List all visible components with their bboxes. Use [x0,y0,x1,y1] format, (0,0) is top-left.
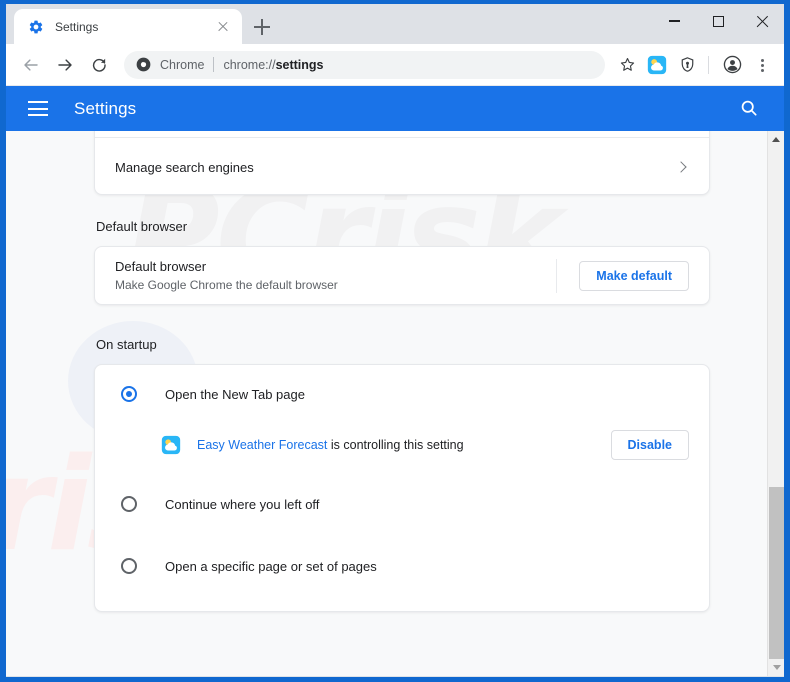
default-browser-secondary-label: Make Google Chrome the default browser [115,277,556,294]
settings-header: Settings [6,86,784,131]
tab-title: Settings [55,20,214,34]
extension-control-notice-text: Easy Weather Forecast is controlling thi… [197,438,611,452]
profile-button[interactable] [718,51,746,79]
search-engine-row-clipped[interactable] [95,131,709,138]
forward-button[interactable] [50,50,80,80]
scroll-area: Manage search engines Default browser De… [6,131,766,676]
make-default-button[interactable]: Make default [579,261,689,291]
extension-link[interactable]: Easy Weather Forecast [197,438,327,452]
browser-toolbar: Chrome chrome://settings [6,44,784,86]
chevron-right-icon [675,161,686,172]
maximize-icon [713,16,724,27]
easy-weather-forecast-extension-button[interactable] [643,51,671,79]
default-browser-row: Default browser Make Google Chrome the d… [95,247,709,304]
startup-option-specific-page-label: Open a specific page or set of pages [165,559,377,574]
browser-menu-button[interactable] [748,51,776,79]
shield-extension-button[interactable] [673,51,701,79]
startup-option-specific-page[interactable]: Open a specific page or set of pages [95,535,709,597]
search-icon [738,97,760,119]
startup-option-continue-label: Continue where you left off [165,497,319,512]
scroll-up-icon [772,137,780,142]
page-title: Settings [74,99,136,119]
omnibox-divider [213,57,214,72]
default-browser-section: Default browser Default browser Make Goo… [94,219,710,305]
disable-extension-button[interactable]: Disable [611,430,689,460]
radio-button-selected[interactable] [121,386,137,402]
search-settings-button[interactable] [738,97,762,121]
maximize-button[interactable] [696,4,740,38]
account-avatar-icon [723,55,742,74]
on-startup-section-title: On startup [96,337,710,352]
default-browser-section-title: Default browser [96,219,710,234]
shield-icon [679,56,696,73]
minimize-button[interactable] [652,4,696,38]
startup-option-continue[interactable]: Continue where you left off [95,473,709,535]
scroll-down-icon [773,665,781,670]
omnibox-url: chrome://settings [223,58,323,72]
arrow-left-icon [22,56,40,74]
omnibox-url-prefix: chrome:// [223,58,275,72]
reload-icon [90,56,108,74]
default-browser-primary-label: Default browser [115,258,556,276]
startup-option-new-tab-label: Open the New Tab page [165,387,305,402]
star-icon [619,56,636,73]
bookmark-star-button[interactable] [613,51,641,79]
default-browser-card: Default browser Make Google Chrome the d… [94,246,710,305]
default-browser-texts: Default browser Make Google Chrome the d… [115,258,556,294]
window-inner: Settings [6,4,784,677]
extension-notice-rest: is controlling this setting [327,438,463,452]
card-bottom-spacer [95,597,709,611]
manage-search-engines-row[interactable]: Manage search engines [95,138,709,195]
content-scrollbar[interactable] [767,131,784,676]
gear-icon [28,19,44,35]
window-controls [652,4,784,38]
scroll-down-button[interactable] [769,659,784,676]
on-startup-card: Open the New Tab page Easy Weather Forec… [94,364,710,612]
search-engine-card: Manage search engines [94,131,710,195]
scrollbar-thumb[interactable] [769,487,784,668]
hamburger-menu-button[interactable] [28,101,48,116]
row-divider [556,259,557,293]
address-bar[interactable]: Chrome chrome://settings [124,51,605,79]
extension-control-notice-row: Easy Weather Forecast is controlling thi… [95,417,709,473]
close-window-button[interactable] [740,4,784,38]
omnibox-chip-label: Chrome [160,58,204,72]
tab-strip: Settings [6,4,784,44]
scroll-up-button[interactable] [768,131,784,148]
on-startup-section: On startup Open the New Tab page [94,337,710,612]
new-tab-button[interactable] [249,14,275,40]
easy-weather-forecast-extension-icon [647,55,667,75]
manage-search-engines-label: Manage search engines [115,160,677,175]
easy-weather-forecast-icon [161,435,181,455]
close-window-icon [756,15,769,28]
close-icon[interactable] [214,18,232,36]
minimize-icon [669,20,680,21]
browser-tab-settings[interactable]: Settings [14,9,242,44]
omnibox-url-bold: settings [276,58,324,72]
reload-button[interactable] [84,50,114,80]
browser-window: Settings [0,0,790,682]
settings-content: PCrisk risk.com Manage search engines [6,131,784,676]
arrow-right-icon [56,56,74,74]
radio-button-continue[interactable] [121,496,137,512]
radio-button-specific-page[interactable] [121,558,137,574]
toolbar-divider [708,56,709,74]
chrome-page-info-icon[interactable] [136,57,151,72]
kebab-menu-icon [754,57,770,73]
startup-option-new-tab[interactable]: Open the New Tab page [95,365,709,417]
back-button[interactable] [16,50,46,80]
